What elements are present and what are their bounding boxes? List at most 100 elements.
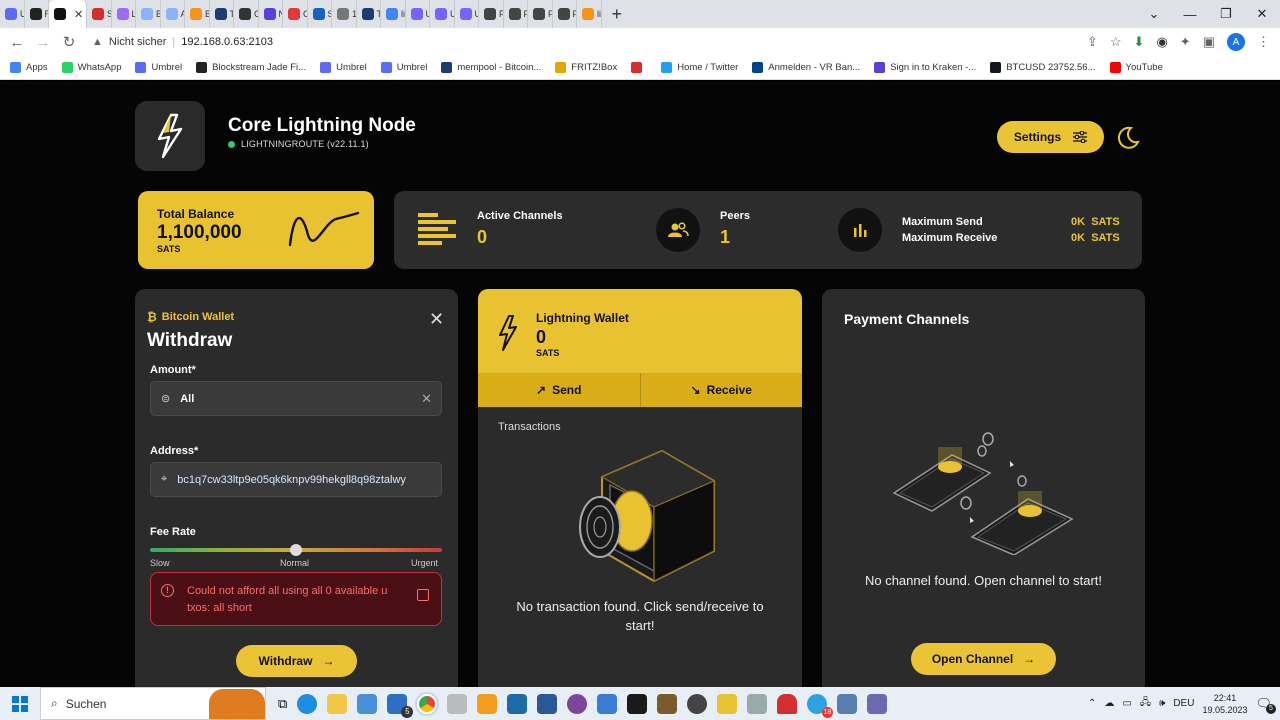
address-field[interactable]: ⌖ bc1q7cw33ltp9e05qk6knpv99hekgll8q98zta… — [150, 462, 442, 497]
browser-tab[interactable]: ✕ — [49, 0, 87, 28]
bookmark-star-icon[interactable]: ☆ — [1110, 34, 1122, 50]
extension-icon[interactable]: ◉ — [1156, 34, 1167, 50]
network-icon[interactable]: 🖧 — [1140, 695, 1151, 712]
minimize-button[interactable]: — — [1172, 7, 1208, 22]
notification-icon[interactable]: 🗨 5 — [1255, 696, 1276, 714]
browser-tab[interactable]: Sp — [87, 0, 112, 28]
browser-tab[interactable]: Un — [0, 0, 25, 28]
sidebar-icon[interactable]: ▣ — [1203, 34, 1215, 50]
file-explorer-icon[interactable] — [327, 693, 348, 714]
clear-amount-icon[interactable]: ✕ — [421, 391, 432, 407]
puzzle-icon[interactable]: ✦ — [1180, 34, 1191, 50]
chevron-up-icon[interactable]: ⌃ — [1088, 698, 1096, 709]
withdraw-button[interactable]: Withdraw → — [236, 645, 357, 677]
close-icon[interactable]: ✕ — [429, 309, 444, 330]
browser-tab[interactable]: CC — [283, 0, 308, 28]
browser-tab[interactable]: Bit — [185, 0, 210, 28]
mail-icon[interactable]: 5 — [387, 693, 414, 718]
browser-tab[interactable]: Un — [455, 0, 479, 28]
bookmark-item[interactable]: mempool - Bitcoin... — [441, 62, 541, 73]
bookmark-item[interactable]: YouTube — [1109, 62, 1163, 73]
telegram-icon[interactable]: 18 — [807, 693, 834, 718]
volume-icon[interactable]: 🕪 — [1159, 698, 1165, 709]
taskbar-search[interactable]: ⌕ Suchen — [40, 687, 266, 720]
browser-tab[interactable]: 10 — [332, 0, 357, 28]
back-arrow-icon[interactable]: ← — [4, 34, 30, 51]
browser-tab[interactable]: lig — [577, 0, 602, 28]
amount-value[interactable]: All — [180, 393, 194, 405]
new-tab-button[interactable]: + — [612, 4, 623, 25]
network-app-icon[interactable] — [867, 693, 888, 714]
bookmark-item[interactable]: WhatsApp — [61, 62, 121, 73]
warning-icon[interactable]: ▲ — [92, 36, 103, 48]
settings-button[interactable]: Settings — [997, 121, 1104, 153]
copy-icon[interactable] — [417, 589, 429, 601]
browser-tab[interactable]: Tre — [210, 0, 234, 28]
rdp-icon[interactable] — [507, 693, 528, 714]
browser-tab[interactable]: lig — [381, 0, 406, 28]
browser-tab[interactable]: Ad — [161, 0, 185, 28]
battery-icon[interactable]: ▭ — [1122, 698, 1131, 709]
moon-icon[interactable] — [1115, 125, 1141, 151]
bookmark-item[interactable]: Umbrel — [380, 62, 427, 73]
browser-tab[interactable]: RT — [25, 0, 49, 28]
box-icon[interactable] — [597, 693, 618, 714]
browser-tab[interactable]: Bit — [136, 0, 161, 28]
files-icon[interactable] — [447, 693, 468, 714]
store-icon[interactable] — [357, 693, 378, 714]
bookmark-item[interactable] — [631, 62, 647, 73]
window-close-button[interactable]: ✕ — [1244, 6, 1280, 22]
task-view-icon[interactable]: ⧉ — [278, 696, 287, 712]
clock[interactable]: 22:41 19.05.2023 — [1202, 692, 1247, 716]
fee-rate-slider-handle[interactable] — [290, 544, 302, 556]
browser-tab[interactable]: FA — [528, 0, 553, 28]
bookmark-item[interactable]: Umbrel — [320, 62, 367, 73]
bookmark-item[interactable]: FRITZ!Box — [555, 62, 617, 73]
share-icon[interactable]: ⇪ — [1087, 34, 1098, 50]
address-value[interactable]: bc1q7cw33ltp9e05qk6knpv99hekgll8q98ztalw… — [177, 474, 435, 486]
reload-icon[interactable]: ↻ — [56, 33, 82, 51]
browser-tab[interactable]: Un — [406, 0, 430, 28]
browser-tab[interactable]: Lig — [112, 0, 136, 28]
download-icon[interactable]: ⬇ — [1134, 34, 1145, 50]
chart-app-icon[interactable] — [717, 693, 738, 714]
menu-kebab-icon[interactable]: ⋮ — [1257, 34, 1270, 50]
browser-tab[interactable]: Tre — [357, 0, 381, 28]
receive-button[interactable]: ↘ Receive — [639, 373, 803, 407]
chrome-icon[interactable] — [417, 693, 438, 714]
browser-tab[interactable]: FA — [479, 0, 504, 28]
bookmark-item[interactable]: Umbrel — [135, 62, 182, 73]
browser-tab[interactable]: Nc — [259, 0, 283, 28]
bookmark-item[interactable]: Anmelden - VR Ban... — [752, 62, 860, 73]
profile-avatar[interactable]: A — [1227, 33, 1245, 51]
bookmark-item[interactable]: BTCUSD 23752.56... — [990, 62, 1096, 73]
forward-arrow-icon[interactable]: → — [30, 34, 56, 51]
browser-tab[interactable]: Co — [234, 0, 259, 28]
outlook-icon[interactable] — [477, 693, 498, 714]
bird-icon[interactable] — [747, 693, 768, 714]
tab-search-icon[interactable]: ⌄ — [1136, 6, 1172, 22]
security-label[interactable]: Nicht sicher — [109, 36, 166, 48]
game-icon[interactable] — [657, 693, 678, 714]
bookmark-item[interactable]: Apps — [10, 62, 48, 73]
browser-tab[interactable]: FA — [504, 0, 528, 28]
restore-button[interactable]: ❐ — [1208, 6, 1244, 22]
ghost-icon[interactable] — [777, 693, 798, 714]
window-app-icon[interactable] — [837, 693, 858, 714]
shield-icon[interactable] — [627, 693, 648, 714]
edge-icon[interactable] — [297, 693, 318, 714]
tab-close-icon[interactable]: ✕ — [74, 8, 83, 21]
language-indicator[interactable]: DEU — [1173, 698, 1194, 709]
start-button[interactable] — [0, 695, 40, 712]
bookmark-item[interactable]: Home / Twitter — [661, 62, 738, 73]
bookmark-item[interactable]: Sign in to Kraken -... — [874, 62, 976, 73]
bookmark-item[interactable]: Blockstream Jade Fi... — [196, 62, 306, 73]
word-icon[interactable] — [537, 693, 558, 714]
amount-field[interactable]: ⊜ All ✕ — [150, 381, 442, 416]
tray-cloud-icon[interactable]: ☁ — [1104, 698, 1114, 709]
url-text[interactable]: 192.168.0.63:2103 — [181, 36, 273, 48]
tor-icon[interactable] — [567, 693, 588, 714]
omnibox[interactable]: ▲ Nicht sicher | 192.168.0.63:2103 — [92, 31, 1112, 53]
clock-app-icon[interactable] — [687, 693, 708, 714]
browser-tab[interactable]: Se — [308, 0, 332, 28]
